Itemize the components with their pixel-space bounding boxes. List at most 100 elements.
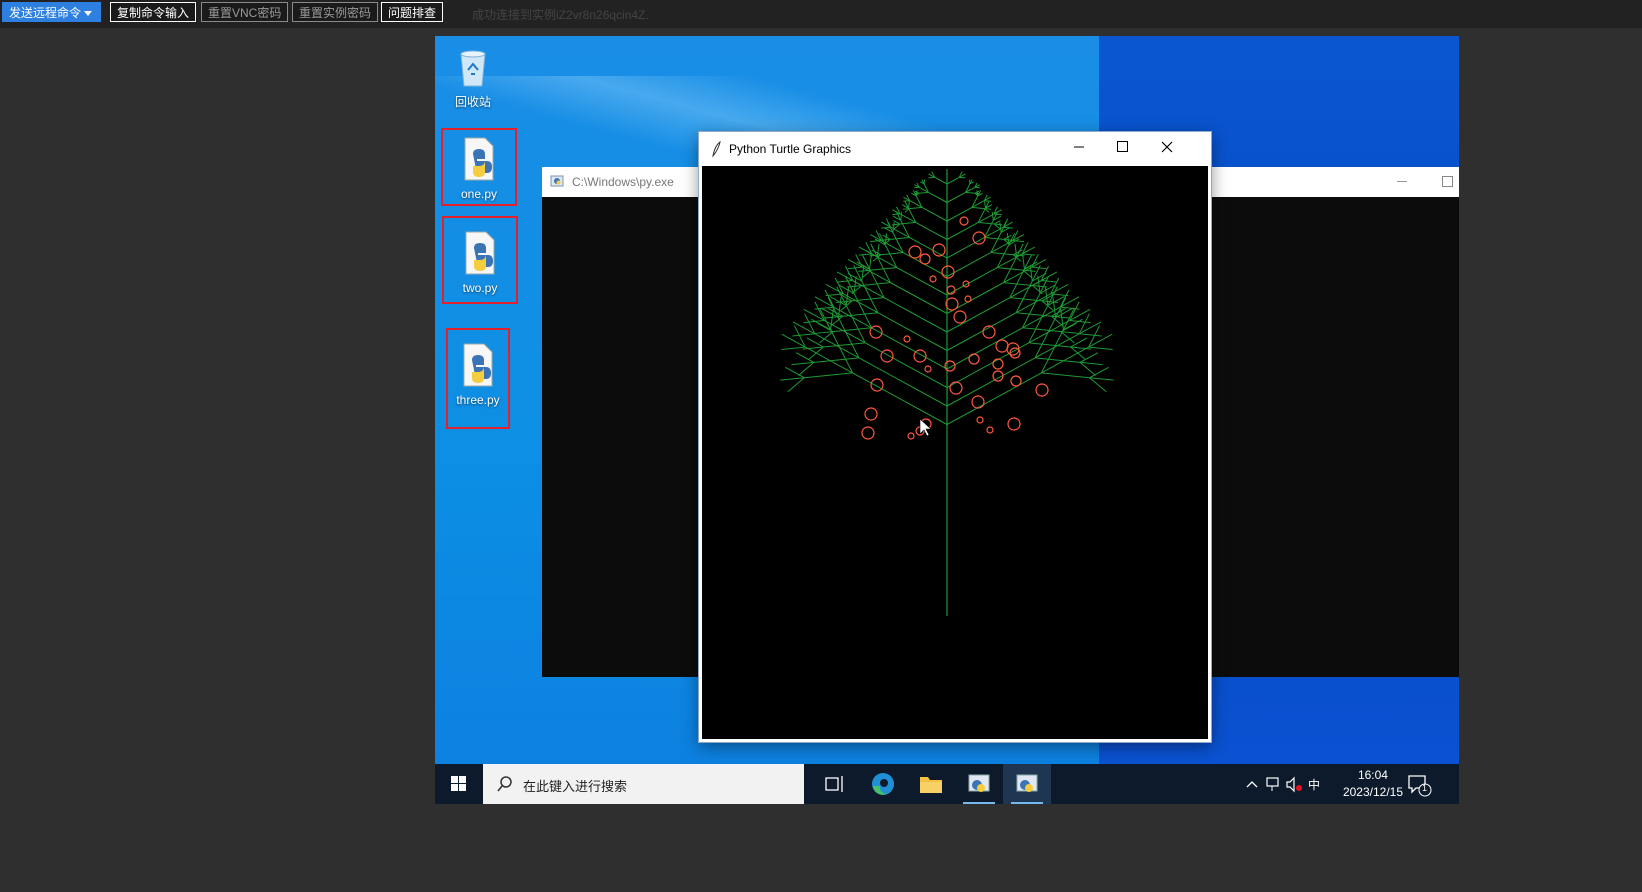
- desktop-icon-two-py[interactable]: two.py: [442, 230, 518, 295]
- minimize-button[interactable]: [1056, 132, 1102, 162]
- send-command-label: 发送远程命令: [9, 6, 82, 20]
- tree-branch: [907, 200, 910, 209]
- close-button[interactable]: [1144, 132, 1190, 162]
- ornament: [964, 295, 972, 303]
- tree-branch: [781, 346, 806, 351]
- tree-branch: [798, 361, 815, 376]
- edge-button[interactable]: [859, 764, 907, 804]
- turtle-canvas[interactable]: [702, 166, 1208, 739]
- ornament: [945, 297, 959, 311]
- ornament: [1007, 417, 1021, 431]
- tree-branch: [921, 206, 948, 222]
- close-icon: [1161, 141, 1173, 153]
- desktop-icon-recycle-bin[interactable]: 回收站: [435, 44, 511, 110]
- chevron-down-icon: [84, 11, 93, 17]
- tree-branch: [999, 222, 1002, 233]
- christmas-tree-drawing: [780, 169, 1114, 616]
- file-explorer-button[interactable]: [907, 764, 955, 804]
- tree-branch: [787, 377, 805, 393]
- tree-branch: [990, 252, 1014, 256]
- taskbar: 在此键入进行搜索 中 16:04 2023/12/15 1: [435, 764, 1459, 804]
- tree-branch: [946, 191, 966, 203]
- desktop-icon-three-py[interactable]: three.py: [440, 342, 516, 407]
- maximize-icon[interactable]: [1442, 176, 1453, 187]
- minimize-icon: [1074, 146, 1084, 148]
- tree-branch: [909, 206, 923, 210]
- edge-icon: [872, 773, 894, 795]
- remote-desktop: 回收站 one.py two.py three.py C:\Windows\py…: [435, 36, 1459, 804]
- turtle-titlebar[interactable]: Python Turtle Graphics: [699, 132, 1211, 166]
- tree-branch: [880, 252, 904, 256]
- tree-branch: [971, 206, 985, 210]
- tree-branch: [871, 327, 948, 370]
- tree-branch: [780, 377, 805, 381]
- start-button[interactable]: [435, 764, 483, 804]
- troubleshoot-button[interactable]: 问题排查: [381, 2, 444, 22]
- tree-branch: [918, 191, 929, 194]
- notification-count: 1: [1422, 783, 1428, 793]
- tree-branch: [836, 280, 853, 283]
- clock[interactable]: 16:04 2023/12/15: [1343, 767, 1403, 801]
- copy-command-input-button[interactable]: 复制命令输入: [110, 2, 197, 22]
- ornament: [932, 243, 946, 257]
- tree-branch: [993, 213, 1002, 216]
- tree-branch: [984, 200, 987, 209]
- taskbar-search[interactable]: 在此键入进行搜索: [483, 764, 804, 804]
- tree-branch: [890, 282, 948, 314]
- ornament: [953, 310, 967, 324]
- tree-branch: [1060, 331, 1081, 335]
- tree-branch: [890, 236, 910, 240]
- turtle-window-title: Python Turtle Graphics: [729, 142, 852, 156]
- tree-branch: [1051, 315, 1070, 319]
- minimize-icon[interactable]: [1397, 181, 1407, 182]
- tree-branch: [1089, 377, 1107, 393]
- tree-branch: [946, 297, 1011, 333]
- tree-branch: [928, 176, 935, 179]
- tree-branch: [813, 331, 834, 335]
- reset-instance-password-button[interactable]: 重置实例密码: [292, 2, 379, 22]
- ornament: [864, 407, 878, 421]
- turtle-graphics-window[interactable]: Python Turtle Graphics: [699, 132, 1211, 742]
- tree-branch: [791, 361, 814, 366]
- ime-indicator[interactable]: 中: [1308, 776, 1320, 793]
- recycle-bin-label: 回收站: [454, 95, 491, 109]
- tree-branch: [824, 315, 843, 319]
- ornament: [971, 395, 985, 409]
- maximize-icon: [1117, 141, 1128, 152]
- remote-toolbar: 发送远程命令 复制命令输入 重置VNC密码 重置实例密码 问题排查 成功连接到实…: [0, 0, 1642, 28]
- tree-branch: [892, 222, 895, 233]
- ornament: [907, 432, 915, 440]
- running-indicator: [1011, 802, 1043, 804]
- ornament: [929, 275, 937, 283]
- tree-branch: [903, 200, 910, 202]
- volume-muted-icon: [1286, 776, 1302, 793]
- tree-branch: [946, 176, 960, 185]
- maximize-button[interactable]: [1099, 132, 1145, 162]
- tree-branch: [1088, 346, 1113, 351]
- tree-branch: [946, 342, 1030, 388]
- ornament: [903, 335, 911, 343]
- ornament: [1035, 383, 1049, 397]
- tree-branch: [1070, 337, 1088, 348]
- tree-branch: [946, 357, 1036, 407]
- tree-branch: [984, 236, 1004, 240]
- desktop-icon-one-py[interactable]: one.py: [441, 136, 517, 201]
- tree-branch: [946, 327, 1023, 370]
- tree-branch: [806, 337, 824, 348]
- three-py-label: three.py: [456, 393, 500, 407]
- action-center-button[interactable]: 1: [1395, 764, 1443, 804]
- send-remote-command-button[interactable]: 发送远程命令: [2, 2, 101, 22]
- tree-branch: [984, 200, 991, 202]
- task-view-button[interactable]: [811, 764, 859, 804]
- tree-branch: [959, 176, 966, 179]
- python-launcher-taskbar-button[interactable]: [955, 764, 1003, 804]
- reset-vnc-password-button[interactable]: 重置VNC密码: [201, 2, 289, 22]
- tree-branch: [804, 372, 853, 379]
- mouse-cursor-icon: [919, 418, 932, 437]
- tree-branch: [861, 282, 891, 287]
- ornament: [949, 381, 963, 395]
- tree-branch: [877, 312, 948, 351]
- python-turtle-taskbar-button[interactable]: [1003, 764, 1051, 804]
- python-launcher-icon: [550, 175, 564, 187]
- tree-branch: [1041, 372, 1090, 379]
